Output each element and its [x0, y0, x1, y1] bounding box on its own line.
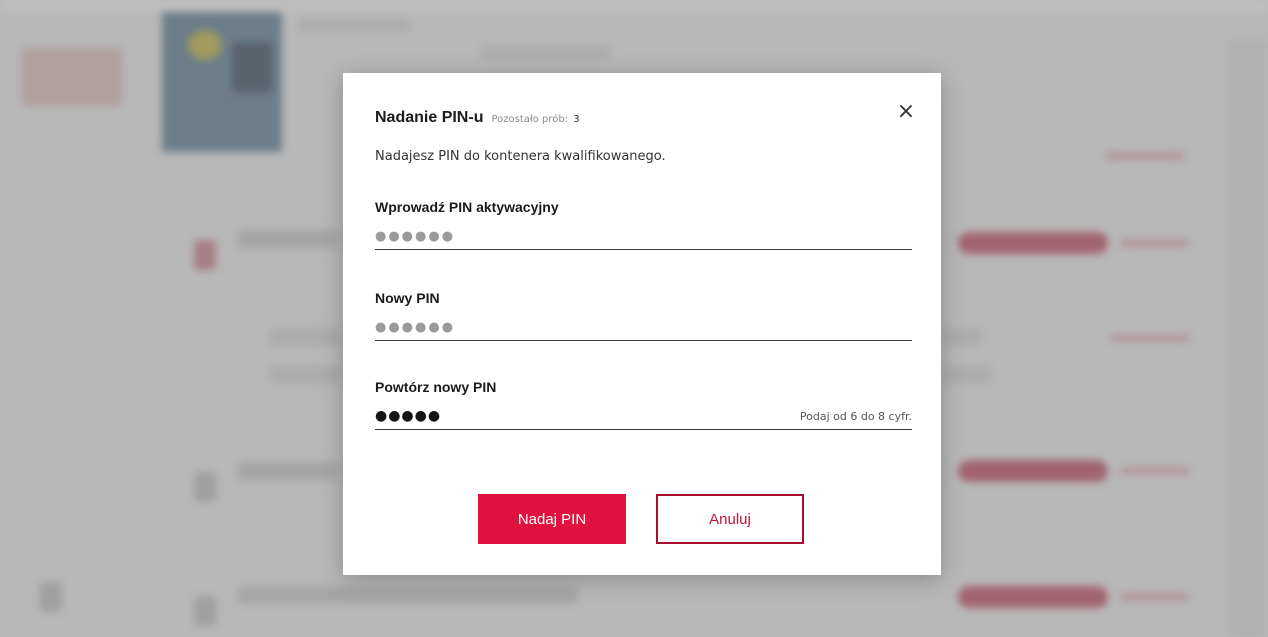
repeat-pin-input[interactable]: ●●●●● Podaj od 6 do 8 cyfr. [375, 403, 912, 430]
cancel-button[interactable]: Anuluj [656, 494, 804, 544]
activation-pin-label: Wprowadź PIN aktywacyjny [375, 199, 559, 215]
new-pin-field: Nowy PIN ●●●●●● [375, 290, 912, 341]
dialog-description: Nadajesz PIN do kontenera kwalifikowaneg… [375, 149, 666, 164]
pin-length-hint: Podaj od 6 do 8 cyfr. [799, 409, 912, 423]
new-pin-input[interactable]: ●●●●●● [375, 314, 912, 341]
set-pin-dialog: Nadanie PIN-u Pozostało prób: 3 × Nadaje… [343, 73, 941, 575]
set-pin-button[interactable]: Nadaj PIN [478, 494, 626, 544]
repeat-pin-field: Powtórz nowy PIN ●●●●● Podaj od 6 do 8 c… [375, 379, 912, 430]
attempts-remaining: Pozostało prób: 3 [491, 114, 579, 125]
activation-pin-mask: ●●●●●● [375, 228, 456, 244]
repeat-pin-label: Powtórz nowy PIN [375, 379, 497, 395]
dialog-title: Nadanie PIN-u [375, 109, 484, 126]
dialog-header: Nadanie PIN-u Pozostało prób: 3 [375, 109, 580, 127]
repeat-pin-mask: ●●●●● [375, 408, 442, 424]
attempts-label: Pozostało prób: [491, 114, 569, 125]
activation-pin-field: Wprowadź PIN aktywacyjny ●●●●●● [375, 199, 912, 250]
close-icon[interactable]: × [895, 101, 917, 123]
activation-pin-input[interactable]: ●●●●●● [375, 223, 912, 250]
new-pin-mask: ●●●●●● [375, 319, 456, 335]
attempts-count: 3 [573, 114, 580, 125]
new-pin-label: Nowy PIN [375, 290, 440, 306]
